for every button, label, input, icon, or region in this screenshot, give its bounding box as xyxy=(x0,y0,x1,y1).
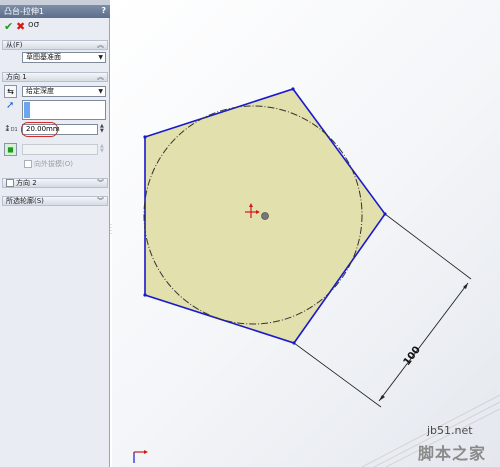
highlight-ellipse xyxy=(21,122,58,137)
vertex-point[interactable] xyxy=(143,135,147,139)
watermark-site: jb51.net xyxy=(427,424,473,437)
end-condition-value: 给定深度 xyxy=(26,87,54,95)
chevron-up-icon[interactable]: ︽ xyxy=(97,41,104,50)
center-point[interactable] xyxy=(261,212,269,220)
dimension-text[interactable]: 100 xyxy=(402,344,423,367)
graphics-viewport[interactable]: 100 xyxy=(112,0,500,467)
dimension-arrow-bottom xyxy=(379,395,385,401)
direction2-checkbox[interactable] xyxy=(6,179,14,187)
help-button[interactable]: ? xyxy=(101,6,106,15)
dimension-line[interactable] xyxy=(378,282,469,402)
direction1-section-header[interactable]: 方向 1 ︽ xyxy=(2,72,108,82)
extension-line-bottom xyxy=(293,342,382,408)
dropdown-arrow-icon: ▼ xyxy=(98,54,103,61)
vertex-point[interactable] xyxy=(292,341,296,345)
glasses-icon[interactable]: oσ xyxy=(28,20,39,30)
view-triad-icon xyxy=(133,450,148,463)
vertex-point[interactable] xyxy=(291,87,295,91)
checkbox-box[interactable] xyxy=(24,160,32,168)
from-section-label: 从(F) xyxy=(6,41,23,49)
draft-spinner-arrows[interactable]: ▲ ▼ xyxy=(100,144,104,154)
draft-toggle-icon[interactable]: ◼ xyxy=(4,143,17,156)
draft-outward-checkbox[interactable]: 向外拔模(O) xyxy=(24,159,73,169)
checkmark-icon[interactable]: ✔ xyxy=(4,20,13,33)
watermark-name: 脚本之家 xyxy=(418,444,487,463)
chevron-down-icon[interactable]: ︾ xyxy=(97,197,104,206)
from-section-header[interactable]: 从(F) ︽ xyxy=(2,40,108,50)
property-manager-panel: 凸台-拉伸1 ? ✔ ✖ oσ 从(F) ︽ 草图基准面 ▼ 方向 1 ︽ ⇆ … xyxy=(0,0,110,467)
direction2-label: 方向 2 xyxy=(16,179,37,187)
dropdown-arrow-icon: ▼ xyxy=(98,88,103,95)
panel-title-bar: 凸台-拉伸1 ? xyxy=(0,5,110,18)
direction-vector-icon: ➚ xyxy=(6,100,15,111)
draft-outward-label: 向外拔模(O) xyxy=(34,160,73,168)
sketch-canvas[interactable]: 100 xyxy=(112,0,500,467)
panel-resize-grip[interactable]: · · · · xyxy=(110,223,114,238)
depth-icon: ↨D1 xyxy=(4,124,18,133)
start-condition-value: 草图基准面 xyxy=(26,53,61,61)
chevron-up-icon[interactable]: ︽ xyxy=(97,73,104,82)
direction-reference-list[interactable] xyxy=(22,100,106,120)
vertex-point[interactable] xyxy=(143,293,147,297)
vertex-point[interactable] xyxy=(383,212,387,216)
selected-contours-label: 所选轮廓(S) xyxy=(6,197,44,205)
depth-spinner-arrows[interactable]: ▲ ▼ xyxy=(100,124,104,134)
end-condition-select[interactable]: 给定深度 ▼ xyxy=(22,86,106,97)
direction1-label: 方向 1 xyxy=(6,73,27,81)
start-condition-select[interactable]: 草图基准面 ▼ xyxy=(22,52,106,63)
panel-title: 凸台-拉伸1 xyxy=(4,7,44,16)
draft-angle-input[interactable] xyxy=(22,144,98,155)
action-buttons: ✔ ✖ oσ xyxy=(4,20,104,33)
extension-line-top xyxy=(384,213,472,280)
reverse-direction-icon[interactable]: ⇆ xyxy=(4,85,17,98)
x-icon[interactable]: ✖ xyxy=(16,20,25,33)
selected-contours-section-header[interactable]: 所选轮廓(S) ︾ xyxy=(2,196,108,206)
direction2-section-header[interactable]: 方向 2 ︾ xyxy=(2,178,108,188)
chevron-down-icon[interactable]: ︾ xyxy=(97,179,104,188)
list-selection xyxy=(24,102,30,118)
